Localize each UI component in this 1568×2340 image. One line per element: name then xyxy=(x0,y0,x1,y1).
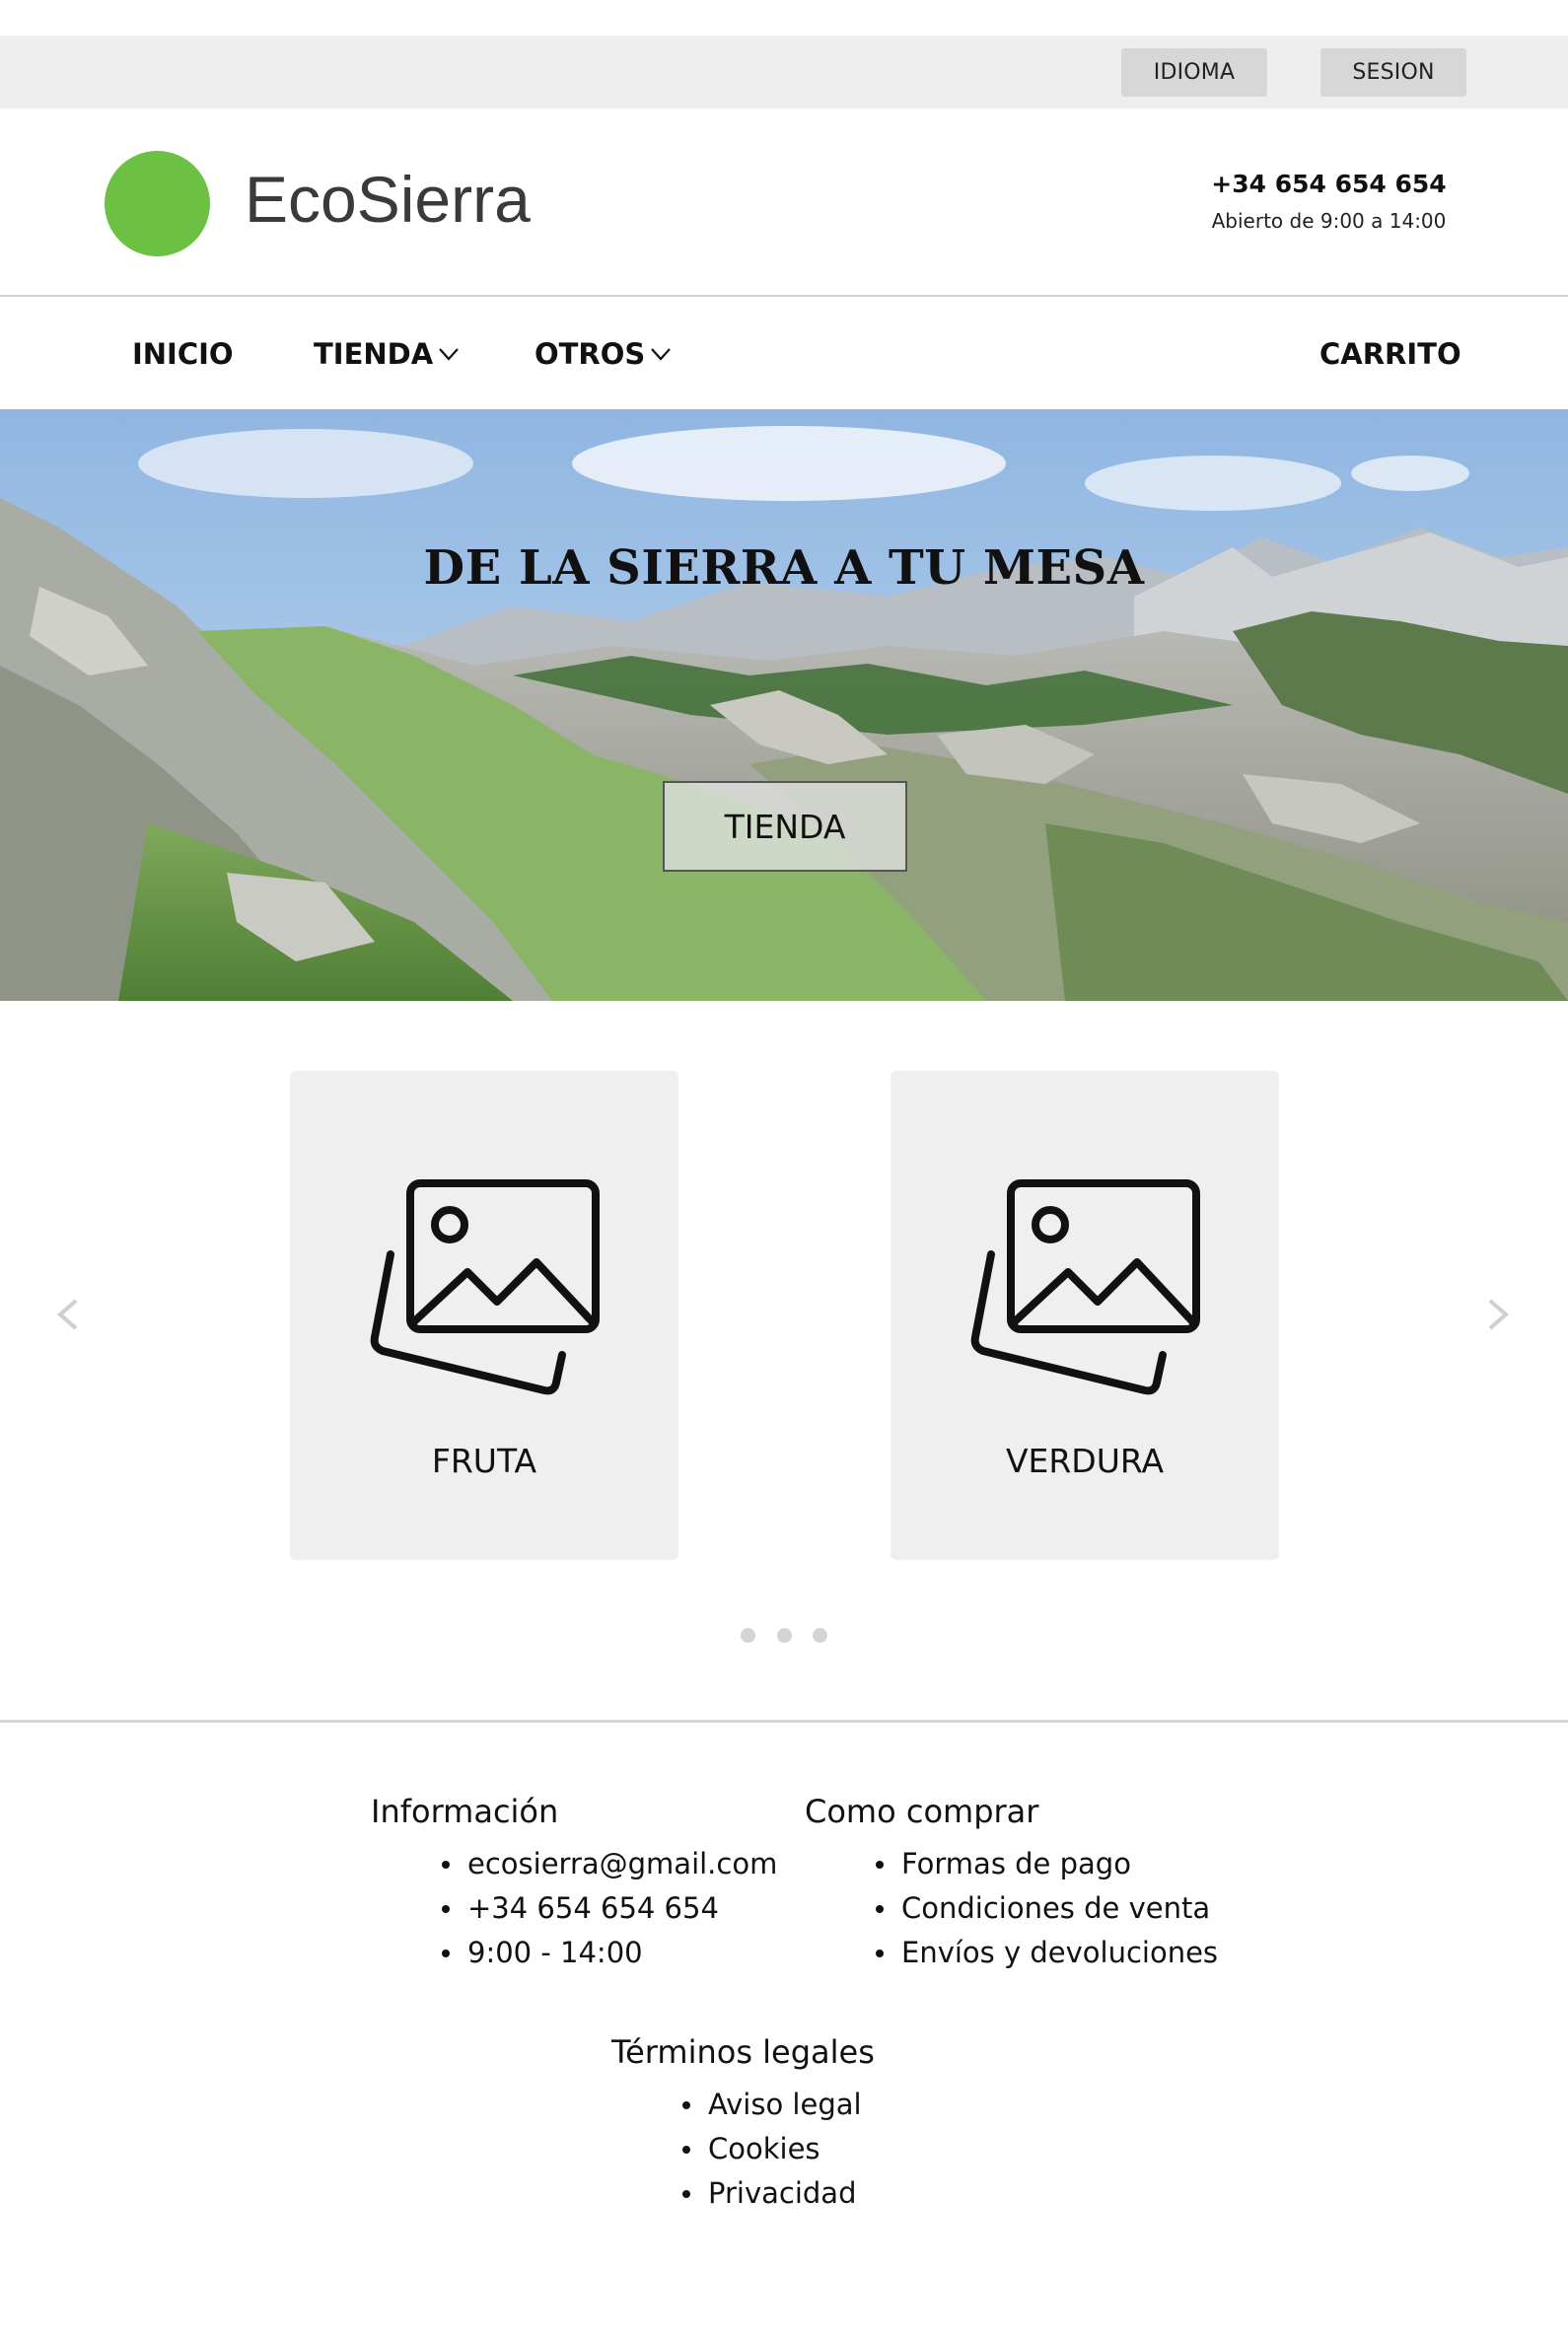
footer-phone[interactable]: +34 654 654 654 xyxy=(442,1886,777,1931)
footer-legal-list: Aviso legal Cookies Privacidad xyxy=(682,2083,875,2216)
language-button[interactable]: IDIOMA xyxy=(1121,48,1267,97)
carousel-next-button[interactable] xyxy=(1469,1287,1529,1342)
footer-info-list: ecosierra@gmail.com +34 654 654 654 9:00… xyxy=(442,1842,777,1975)
carousel-dot-1[interactable] xyxy=(741,1628,755,1643)
footer-legal-title: Términos legales xyxy=(611,2033,875,2071)
header-divider xyxy=(0,295,1568,297)
footer-divider xyxy=(0,1720,1568,1723)
footer-buy-title: Como comprar xyxy=(805,1793,1039,1830)
chevron-down-icon xyxy=(651,348,672,361)
footer-conditions-link[interactable]: Condiciones de venta xyxy=(876,1886,1218,1931)
nav-shop-label: TIENDA xyxy=(314,337,434,371)
nav-home[interactable]: INICIO xyxy=(132,330,234,378)
nav-cart[interactable]: CARRITO xyxy=(1319,330,1461,378)
header-phone: +34 654 654 654 xyxy=(1211,170,1447,198)
footer-hours: 9:00 - 14:00 xyxy=(442,1931,777,1975)
footer-legal-notice-link[interactable]: Aviso legal xyxy=(682,2083,875,2127)
footer-buy-section: Como comprar Formas de pago Condiciones … xyxy=(805,1793,1218,1975)
category-card-label: VERDURA xyxy=(1005,1442,1165,1480)
hero-title: DE LA SIERRA A TU MESA xyxy=(423,540,1145,596)
carousel-prev-button[interactable] xyxy=(37,1287,97,1342)
footer-info-section: Información ecosierra@gmail.com +34 654 … xyxy=(371,1793,777,1975)
footer-email[interactable]: ecosierra@gmail.com xyxy=(442,1842,777,1886)
logo-icon[interactable] xyxy=(105,151,210,256)
mountain-landscape-image xyxy=(0,409,1568,1001)
footer-cookies-link[interactable]: Cookies xyxy=(682,2127,875,2171)
chevron-left-icon xyxy=(56,1299,78,1330)
session-button[interactable]: SESION xyxy=(1320,48,1466,97)
carousel-dot-2[interactable] xyxy=(777,1628,792,1643)
nav-others[interactable]: OTROS xyxy=(535,330,672,378)
category-card-vegetables[interactable]: VERDURA xyxy=(891,1071,1279,1560)
nav-shop[interactable]: TIENDA xyxy=(314,330,459,378)
brand-name[interactable]: EcoSierra xyxy=(245,160,531,239)
footer-info-title: Información xyxy=(371,1793,559,1830)
footer-privacy-link[interactable]: Privacidad xyxy=(682,2171,875,2216)
footer-buy-list: Formas de pago Condiciones de venta Enví… xyxy=(876,1842,1218,1975)
nav-cart-label: CARRITO xyxy=(1319,337,1461,371)
footer-shipping-link[interactable]: Envíos y devoluciones xyxy=(876,1931,1218,1975)
hero-banner xyxy=(0,409,1568,1001)
images-icon xyxy=(970,1179,1200,1395)
footer-legal-section: Términos legales Aviso legal Cookies Pri… xyxy=(611,2033,875,2216)
category-card-fruit[interactable]: FRUTA xyxy=(290,1071,678,1560)
hero-shop-button[interactable]: TIENDA xyxy=(663,781,907,872)
header-hours: Abierto de 9:00 a 14:00 xyxy=(1211,209,1447,233)
footer-payment-link[interactable]: Formas de pago xyxy=(876,1842,1218,1886)
nav-home-label: INICIO xyxy=(132,337,234,371)
chevron-down-icon xyxy=(439,348,459,361)
chevron-right-icon xyxy=(1488,1299,1510,1330)
images-icon xyxy=(370,1179,600,1395)
category-card-label: FRUTA xyxy=(431,1442,537,1480)
carousel-dot-3[interactable] xyxy=(813,1628,827,1643)
nav-others-label: OTROS xyxy=(535,337,646,371)
